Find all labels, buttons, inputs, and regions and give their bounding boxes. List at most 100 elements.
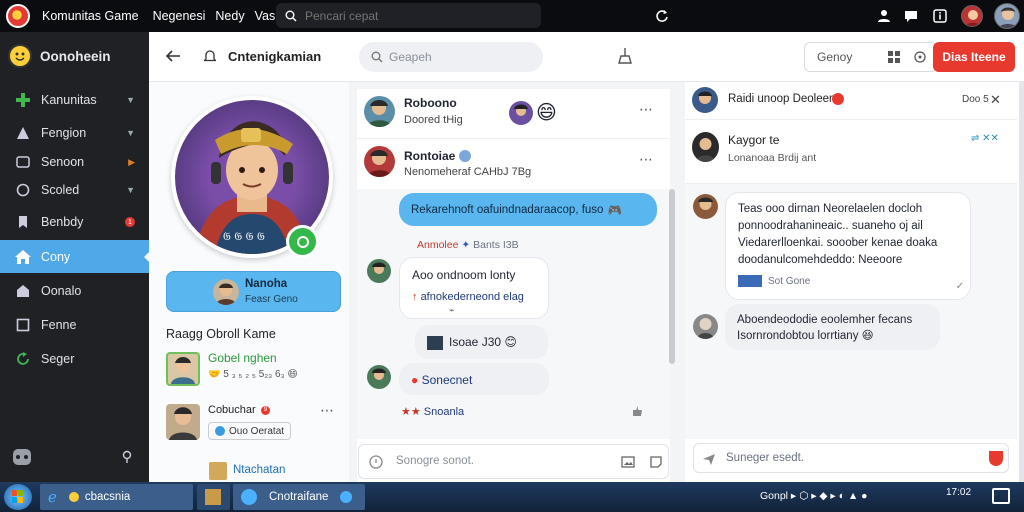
online-status-icon — [286, 225, 319, 258]
menu-item-1[interactable]: Negenesi — [153, 9, 206, 23]
share-icon[interactable]: ⇌ ✕✕ — [971, 133, 999, 144]
list-item-meta: Ouo Oeratat — [208, 422, 292, 440]
taskbar-item[interactable]: Cnotraifane — [233, 484, 365, 510]
chevron-down-icon: ▼ — [126, 185, 135, 195]
chrome-icon — [241, 489, 257, 505]
app-icon — [68, 492, 79, 502]
person-icon[interactable] — [874, 6, 894, 26]
grid-icon[interactable] — [888, 51, 900, 63]
message-composer[interactable]: Sonogre sonot. — [358, 444, 669, 479]
system-tray[interactable]: Gonpl ▸ ⬡ ▸ ◆ ▸ ◐ ▲ ● — [760, 490, 868, 502]
profile-name-card[interactable]: Nanoha Feasr Geno — [166, 271, 341, 312]
clock-icon[interactable] — [914, 51, 926, 63]
message-bubble[interactable]: Isoae J30 😊 — [415, 325, 548, 359]
sidebar-item-fenne[interactable]: Fenne — [0, 309, 149, 341]
send-icon[interactable] — [702, 452, 716, 466]
taskbar-item[interactable] — [197, 484, 230, 510]
plus-icon — [15, 92, 31, 108]
sidebar-item-cony[interactable]: Cony — [0, 240, 150, 273]
user-avatar — [692, 132, 719, 162]
list-item[interactable]: Cobuchar 9 Ouo Oeratat ⋯ — [166, 402, 346, 444]
global-search[interactable] — [276, 3, 541, 28]
detail-composer[interactable]: Suneger esedt. — [693, 443, 1009, 473]
sidebar-item-label: Benbdy — [41, 215, 84, 229]
sidebar-item-fengion[interactable]: Fengion ▼ — [0, 117, 149, 149]
user-avatar-small[interactable] — [961, 5, 983, 27]
list-item[interactable]: Ntachatan — [209, 460, 349, 482]
list-item-title: Gobel nghen — [208, 351, 277, 365]
user-sub: Lonanoaa Brdij ant — [728, 152, 817, 164]
game-avatar — [166, 352, 200, 386]
notification-center-icon[interactable] — [992, 488, 1010, 504]
header-search-placeholder: Geapeh — [389, 50, 432, 64]
sidebar-item-label: Kanunitas — [41, 93, 97, 107]
back-arrow-icon[interactable] — [166, 50, 180, 62]
lock-icon — [15, 283, 31, 299]
notification-bell-icon[interactable] — [204, 49, 216, 63]
gamepad-icon[interactable] — [12, 448, 32, 466]
clock: 17:02 — [946, 487, 972, 498]
user-card[interactable]: Kaygor te Lonanoaa Brdij ant ⇌ ✕✕ — [685, 122, 1017, 184]
menu-item-2[interactable]: Nedy — [215, 9, 244, 23]
conversation-row[interactable]: Roboono Doored tHig 😄 ⋯ — [357, 89, 670, 139]
brand-name: Oonoheein — [40, 48, 111, 64]
more-options-icon[interactable]: ⋯ — [320, 402, 335, 419]
start-button[interactable] — [4, 484, 32, 510]
conversation-sub: Nenomeheraf CAHbJ 7Bg — [404, 166, 532, 178]
emoji-picker-icon[interactable] — [369, 455, 383, 469]
header-search[interactable]: Geapeh — [359, 42, 543, 72]
attachment-icon — [427, 335, 443, 350]
game-icon — [205, 489, 221, 505]
message-bubble[interactable]: Aboendeododie eoolemher fecans Isornrond… — [725, 304, 940, 350]
sender-avatar — [693, 314, 718, 339]
thumbs-icon[interactable] — [631, 405, 643, 417]
channel-select[interactable]: Genoy — [804, 42, 937, 72]
chat-icon[interactable] — [901, 6, 921, 26]
shield-icon[interactable] — [989, 451, 1003, 466]
sidebar-item-label: Senoon — [41, 155, 85, 169]
scrollbar[interactable] — [1019, 82, 1024, 482]
sidebar-item-benbdy[interactable]: Benbdy 1 — [0, 206, 149, 238]
profile-avatar[interactable] — [994, 3, 1020, 29]
info-icon[interactable] — [930, 6, 950, 26]
title-bar: Komunitas Game Negenesi Nedy Vas — [0, 0, 1024, 32]
sidebar-brand[interactable]: Oonoheein — [8, 44, 111, 68]
message-bubble[interactable]: ● Sonecnet — [399, 363, 549, 395]
reactions-row[interactable]: ★★ Snoanla — [401, 405, 464, 418]
more-options-icon[interactable]: ⋯ — [639, 151, 654, 168]
sidebar-item-kanunitas[interactable]: Kanunitas ▼ — [0, 84, 149, 116]
bell-icon — [15, 125, 31, 141]
global-search-input[interactable] — [305, 8, 525, 23]
detail-header: Raidi unoop Deoleenn Doo 5 ✕ — [685, 82, 1017, 120]
sticker-icon[interactable] — [649, 455, 663, 469]
game-avatar — [166, 404, 200, 440]
message-bubble[interactable]: Teas ooo dirnan Neorelaelen docloh ponno… — [725, 192, 971, 300]
scrollbar[interactable] — [669, 189, 675, 364]
more-options-icon[interactable]: ⋯ — [639, 101, 654, 118]
primary-action-button[interactable]: Dias Iteene — [933, 42, 1015, 72]
message-bubble[interactable]: Aoo ondnoom lonty ↑ afnokederneond elag — [399, 257, 549, 319]
image-icon[interactable] — [621, 455, 635, 469]
taskbar-item[interactable]: ℯ cbacsnia — [40, 484, 193, 510]
sidebar-item-oonalo[interactable]: Oonalo — [0, 275, 149, 307]
close-icon[interactable]: ✕ — [990, 92, 1001, 108]
game-avatar — [209, 462, 227, 480]
sidebar-item-label: Fenne — [41, 318, 77, 332]
user-settings-icon[interactable] — [120, 450, 134, 464]
sidebar-item-scoled[interactable]: Scoled ▼ — [0, 174, 149, 206]
conversation-row[interactable]: Rontoiae Nenomeheraf CAHbJ 7Bg ⋯ — [357, 141, 670, 187]
square-icon — [15, 317, 31, 333]
sidebar-item-seger[interactable]: Seger — [0, 343, 149, 375]
refresh-icon[interactable] — [652, 6, 672, 26]
conversation-name: Roboono — [404, 96, 457, 110]
star-icon: ✦ — [461, 239, 471, 251]
pinned-message[interactable]: Rekarehnoft oafuindnadaraacop, fuso 🎮 — [399, 193, 657, 226]
sender-avatar — [693, 194, 718, 219]
mini-avatar — [213, 279, 239, 305]
gamepad-icon[interactable] — [618, 48, 632, 64]
menu-item-3[interactable]: Vas — [255, 9, 276, 23]
browser-icon: ℯ — [48, 489, 57, 506]
home-icon — [15, 249, 31, 265]
chevron-down-icon: ▼ — [126, 95, 135, 105]
list-item[interactable]: Gobel nghen 🤝 5 ₃ ₅ ₂ ₅ 5₂₃ 6₃ 😄 — [166, 350, 346, 390]
